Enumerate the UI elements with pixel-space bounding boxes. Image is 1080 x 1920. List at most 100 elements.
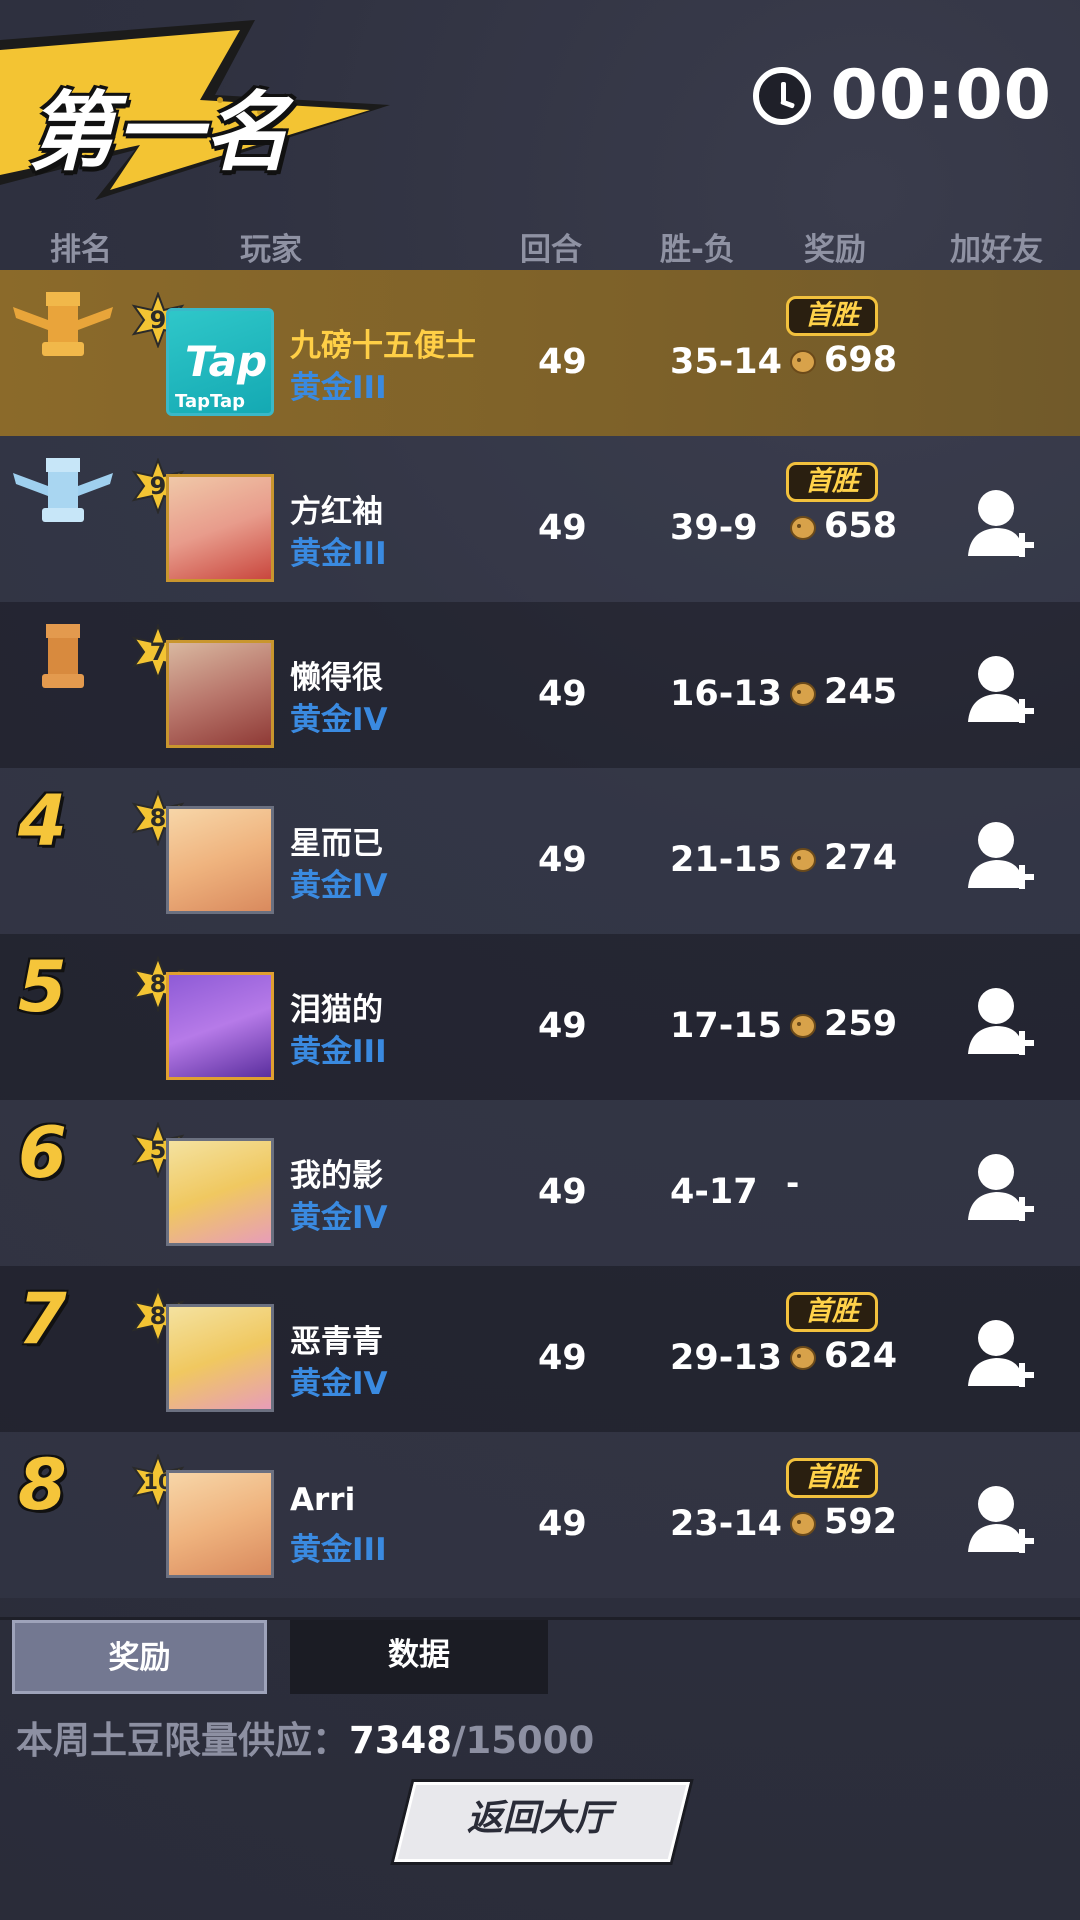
player-name: 星而已 bbox=[290, 826, 383, 862]
reward-value: 624 bbox=[824, 1336, 898, 1376]
table-row: 4 8 星而已 黄金IV 49 21-15 274 bbox=[0, 768, 1080, 934]
rank-number: 4 bbox=[18, 780, 67, 862]
win-loss-value: 29-13 bbox=[670, 1338, 782, 1378]
first-win-badge: 首胜 bbox=[786, 1458, 878, 1498]
player-name: 方红袖 bbox=[290, 494, 383, 530]
add-friend-icon[interactable] bbox=[966, 1316, 1036, 1390]
avatar[interactable] bbox=[166, 972, 274, 1080]
back-to-lobby-button[interactable]: 返回大厅 bbox=[394, 1782, 690, 1862]
column-header-round: 回合 bbox=[520, 232, 582, 268]
player-tier: 黄金III bbox=[290, 1532, 387, 1568]
round-value: 49 bbox=[538, 1006, 587, 1046]
round-value: 49 bbox=[538, 1504, 587, 1544]
column-header-add-friend: 加好友 bbox=[950, 232, 1043, 268]
reward-value: 592 bbox=[824, 1502, 898, 1542]
back-to-lobby-label: 返回大厅 bbox=[466, 1798, 611, 1839]
rank-number: 6 bbox=[18, 1112, 67, 1194]
add-friend-icon[interactable] bbox=[966, 486, 1036, 560]
win-loss-value: 4-17 bbox=[670, 1172, 758, 1212]
reward: 259 bbox=[786, 1004, 897, 1044]
first-win-badge: 首胜 bbox=[786, 462, 878, 502]
reward: 245 bbox=[786, 672, 897, 712]
page-title: 第一名 bbox=[28, 83, 292, 183]
add-friend-icon[interactable] bbox=[966, 1482, 1036, 1556]
reward-value: - bbox=[786, 1164, 800, 1202]
weekly-supply: 本周土豆限量供应：7348/15000 bbox=[16, 1710, 594, 1764]
player-tier: 黄金III bbox=[290, 370, 387, 406]
reward: 274 bbox=[786, 838, 897, 878]
potato-icon bbox=[790, 1512, 816, 1536]
tab-data[interactable]: 数据 bbox=[290, 1620, 548, 1694]
avatar[interactable] bbox=[166, 1138, 274, 1246]
player-name: 泪猫的 bbox=[290, 992, 383, 1028]
avatar[interactable] bbox=[166, 640, 274, 748]
rank-number: 8 bbox=[18, 1444, 67, 1526]
player-name: 我的影 bbox=[290, 1158, 383, 1194]
reward: 698 bbox=[786, 340, 897, 380]
reward-value: 698 bbox=[824, 340, 898, 380]
player-tier: 黄金IV bbox=[290, 702, 388, 738]
first-win-badge: 首胜 bbox=[786, 296, 878, 336]
reward: 658 bbox=[786, 506, 897, 546]
round-value: 49 bbox=[538, 840, 587, 880]
win-loss-value: 16-13 bbox=[670, 674, 782, 714]
win-loss-value: 39-9 bbox=[670, 508, 758, 548]
rank-number: 7 bbox=[18, 1278, 67, 1360]
player-tier: 黄金III bbox=[290, 1034, 387, 1070]
win-loss-value: 17-15 bbox=[670, 1006, 782, 1046]
player-name: Arri bbox=[290, 1482, 356, 1518]
reward-value: 245 bbox=[824, 672, 898, 712]
avatar[interactable]: Tap TapTap bbox=[166, 308, 274, 416]
column-header-reward: 奖励 bbox=[804, 232, 866, 268]
column-header-player: 玩家 bbox=[240, 232, 302, 268]
silver-crown-icon bbox=[13, 458, 113, 522]
clock-icon bbox=[752, 66, 811, 125]
table-row: 8 10 Arri 黄金III 49 23-14 首胜 592 bbox=[0, 1432, 1080, 1598]
player-name: 懒得很 bbox=[290, 660, 383, 696]
supply-label: 本周土豆限量供应： bbox=[16, 1719, 349, 1762]
bronze-rook-icon bbox=[42, 624, 84, 688]
potato-icon bbox=[790, 350, 816, 374]
table-row: 7 懒得很 黄金IV 49 16-13 245 bbox=[0, 602, 1080, 768]
add-friend-icon[interactable] bbox=[966, 818, 1036, 892]
avatar[interactable] bbox=[166, 806, 274, 914]
player-name: 九磅十五便士 bbox=[290, 328, 476, 364]
table-row: 5 8 泪猫的 黄金III 49 17-15 259 bbox=[0, 934, 1080, 1100]
supply-total: /15000 bbox=[451, 1719, 595, 1762]
add-friend-icon[interactable] bbox=[966, 1150, 1036, 1224]
reward-value: 658 bbox=[824, 506, 898, 546]
table-row: 9 方红袖 黄金III 49 39-9 首胜 658 bbox=[0, 436, 1080, 602]
round-value: 49 bbox=[538, 1172, 587, 1212]
reward-value: 259 bbox=[824, 1004, 898, 1044]
potato-icon bbox=[790, 848, 816, 872]
add-friend-icon[interactable] bbox=[966, 984, 1036, 1058]
win-loss-value: 23-14 bbox=[670, 1504, 782, 1544]
reward: 624 bbox=[786, 1336, 897, 1376]
supply-current: 7348 bbox=[349, 1719, 452, 1762]
gold-crown-icon bbox=[13, 292, 113, 356]
player-tier: 黄金IV bbox=[290, 1366, 388, 1402]
win-loss-value: 21-15 bbox=[670, 840, 782, 880]
round-value: 49 bbox=[538, 674, 587, 714]
round-value: 49 bbox=[538, 1338, 587, 1378]
player-tier: 黄金III bbox=[290, 536, 387, 572]
potato-icon bbox=[790, 1346, 816, 1370]
tab-reward[interactable]: 奖励 bbox=[12, 1620, 267, 1694]
column-header-rank: 排名 bbox=[50, 232, 112, 268]
avatar[interactable] bbox=[166, 1470, 274, 1578]
rank-number: 5 bbox=[18, 946, 67, 1028]
add-friend-icon[interactable] bbox=[966, 652, 1036, 726]
results-screen: 第一名 00:00 排名 玩家 回合 胜-负 奖励 加好友 9 Tap TapT… bbox=[0, 0, 1080, 1920]
avatar[interactable] bbox=[166, 1304, 274, 1412]
table-row: 9 Tap TapTap 九磅十五便士 黄金III 49 35-14 首胜 69… bbox=[0, 270, 1080, 436]
reward: 592 bbox=[786, 1502, 897, 1542]
potato-icon bbox=[790, 516, 816, 540]
timer-text: 00:00 bbox=[830, 56, 1052, 135]
table-row: 7 8 恶青青 黄金IV 49 29-13 首胜 624 bbox=[0, 1266, 1080, 1432]
avatar[interactable] bbox=[166, 474, 274, 582]
potato-icon bbox=[790, 682, 816, 706]
first-win-badge: 首胜 bbox=[786, 1292, 878, 1332]
player-tier: 黄金IV bbox=[290, 1200, 388, 1236]
potato-icon bbox=[790, 1014, 816, 1038]
reward-value: 274 bbox=[824, 838, 898, 878]
